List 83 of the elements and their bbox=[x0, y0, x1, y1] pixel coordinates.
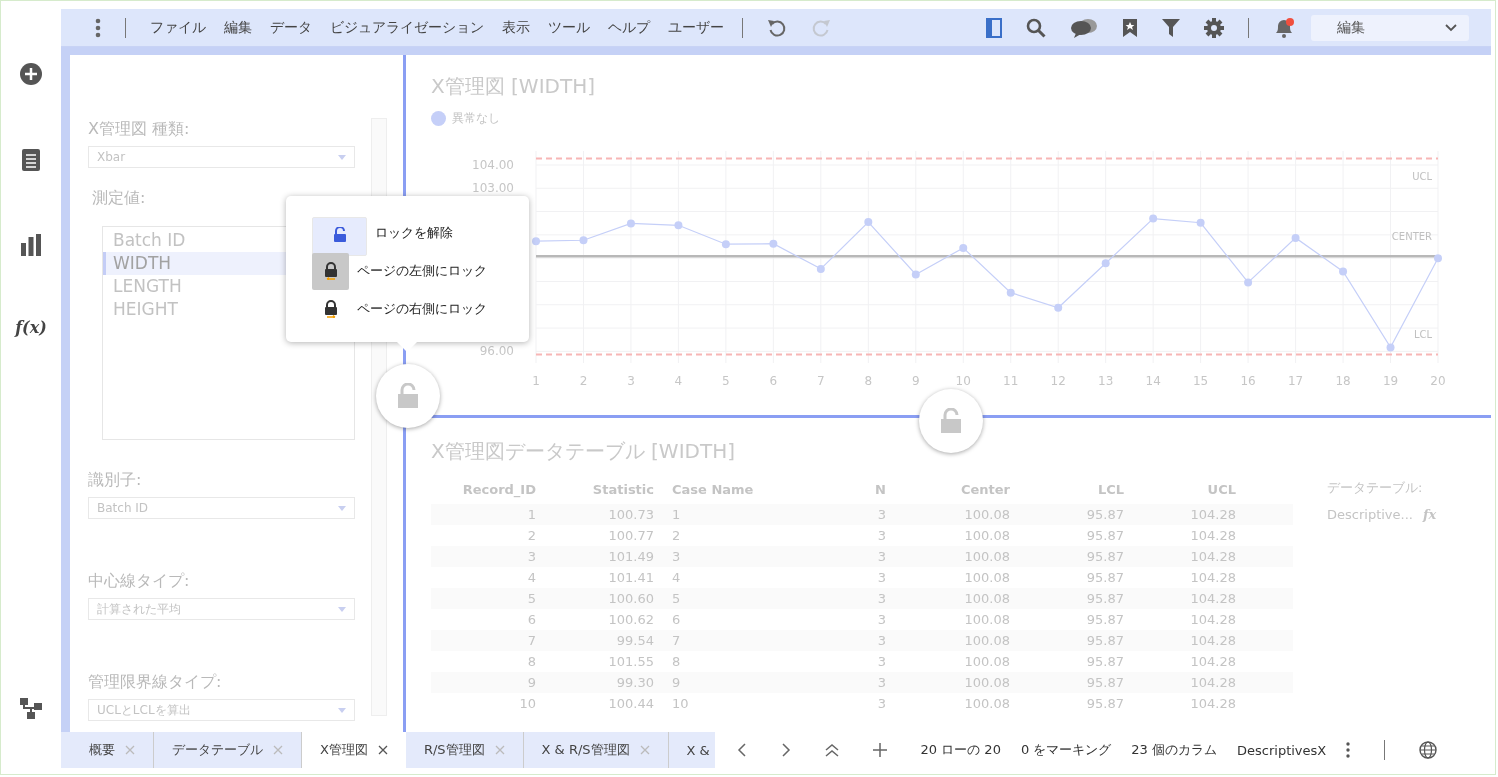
x-tick-label: 14 bbox=[1145, 374, 1161, 388]
tab[interactable]: X管理図 bbox=[302, 732, 406, 768]
table-name[interactable]: DescriptivesX bbox=[1237, 742, 1327, 758]
table-cell-text: 2 bbox=[671, 528, 682, 543]
x-tick-label: 12 bbox=[1050, 374, 1066, 388]
table-cell-text: 95.87 bbox=[1085, 570, 1124, 585]
limit-label: LCL bbox=[1413, 329, 1432, 341]
x-tick-label: 11 bbox=[1003, 374, 1019, 388]
table-cell-text: 100.08 bbox=[963, 696, 1010, 711]
table-cell-text: 104.28 bbox=[1189, 654, 1236, 669]
table-cell-text: 3 bbox=[876, 528, 886, 543]
x-tick-label: 13 bbox=[1098, 374, 1114, 388]
table-cell-text: 10 bbox=[518, 696, 536, 711]
menu-item[interactable]: ヘルプ bbox=[608, 18, 650, 37]
x-tick-label: 18 bbox=[1335, 374, 1351, 388]
x-tick-label: 8 bbox=[864, 374, 873, 388]
tab[interactable]: X & R/S管理図 bbox=[523, 732, 669, 768]
table-cell-text: 101.55 bbox=[607, 654, 654, 669]
x-tick-label: 9 bbox=[911, 374, 920, 388]
x-tick-label: 15 bbox=[1192, 374, 1209, 388]
table-cell-text: 104.28 bbox=[1189, 612, 1236, 627]
tab[interactable]: X & bbox=[668, 732, 715, 768]
menu-item[interactable]: ツール bbox=[548, 18, 590, 37]
tab[interactable]: 概要 bbox=[71, 732, 154, 768]
x-tick-label: 17 bbox=[1287, 374, 1304, 388]
x-tick-label: 3 bbox=[627, 374, 635, 388]
table-cell-text: 95.87 bbox=[1085, 654, 1124, 669]
x-tick-label: 20 bbox=[1430, 374, 1446, 388]
table-cell-text: 4 bbox=[526, 570, 536, 585]
row-count: 20 ローの 20 bbox=[920, 741, 1001, 759]
x-tick-label: 10 bbox=[955, 374, 971, 388]
table-cell-text: 2 bbox=[526, 528, 536, 543]
menu-item[interactable]: 表示 bbox=[502, 18, 530, 37]
table-cell-text: 3 bbox=[876, 570, 886, 585]
limit-label: UCL bbox=[1412, 171, 1432, 183]
x-tick-label: 6 bbox=[769, 374, 778, 388]
x-tick-label: 5 bbox=[722, 374, 730, 388]
menu-item[interactable]: ページの右側にロック bbox=[312, 290, 529, 328]
limit-label: CENTER bbox=[1391, 231, 1432, 243]
table-cell-text: 10 bbox=[671, 696, 690, 711]
table-cell-text: 3 bbox=[876, 612, 886, 627]
menu-item[interactable]: 編集 bbox=[224, 18, 252, 37]
table-cell-text: 95.87 bbox=[1085, 612, 1124, 627]
table-cell-text: 8 bbox=[526, 654, 536, 669]
menu-item[interactable]: データ bbox=[270, 18, 312, 37]
menu-item[interactable]: ファイル bbox=[150, 18, 206, 37]
x-tick-label: 16 bbox=[1240, 374, 1256, 388]
x-tick-label: 4 bbox=[674, 374, 683, 388]
table-cell-text: 104.28 bbox=[1189, 528, 1236, 543]
tab[interactable]: R/S管理図 bbox=[405, 732, 524, 768]
table-cell-text: 104.28 bbox=[1189, 570, 1236, 585]
table-cell-text: 100.08 bbox=[963, 528, 1010, 543]
table-cell-text: 3 bbox=[876, 696, 886, 711]
table-cell-text: 100.44 bbox=[607, 696, 654, 711]
table-cell-text: 4 bbox=[671, 570, 682, 585]
menu-item[interactable]: ユーザー bbox=[668, 18, 724, 37]
table-cell-text: 100.08 bbox=[963, 654, 1010, 669]
table-cell-text: 6 bbox=[526, 612, 536, 627]
table-cell-text: 95.87 bbox=[1085, 528, 1124, 543]
table-cell-text: 100.62 bbox=[607, 612, 654, 627]
x-tick-label: 1 bbox=[532, 374, 540, 388]
table-cell-text: 100.08 bbox=[963, 612, 1010, 627]
table-cell-text: 104.28 bbox=[1189, 696, 1236, 711]
table-cell-text: 100.08 bbox=[963, 570, 1010, 585]
table-cell-text: 100.77 bbox=[607, 528, 654, 543]
x-tick-label: 7 bbox=[817, 374, 825, 388]
table-cell-text: 8 bbox=[671, 654, 682, 669]
x-tick-label: 2 bbox=[579, 374, 588, 388]
field-label: 中心線タイプ: bbox=[88, 571, 191, 592]
function-button[interactable]: f(x) bbox=[15, 318, 47, 337]
field-label: X管理図 種類: bbox=[88, 119, 191, 140]
field-label: 管理限界線タイプ: bbox=[88, 672, 223, 693]
menu-item[interactable]: ビジュアライゼーション bbox=[330, 18, 484, 37]
table-cell-text: 101.41 bbox=[607, 570, 654, 585]
table-cell-text: 3 bbox=[876, 654, 886, 669]
mode-dropdown[interactable]: 編集 bbox=[1311, 14, 1469, 41]
table-cell-text: 6 bbox=[671, 612, 682, 627]
table-cell-text: 95.87 bbox=[1085, 696, 1124, 711]
x-tick-label: 19 bbox=[1382, 374, 1399, 388]
column-count: 23 個のカラム bbox=[1131, 741, 1217, 759]
field-label: 測定値: bbox=[92, 188, 147, 209]
marking-count: 0 をマーキング bbox=[1020, 741, 1112, 759]
field-label: 識別子: bbox=[88, 470, 143, 491]
